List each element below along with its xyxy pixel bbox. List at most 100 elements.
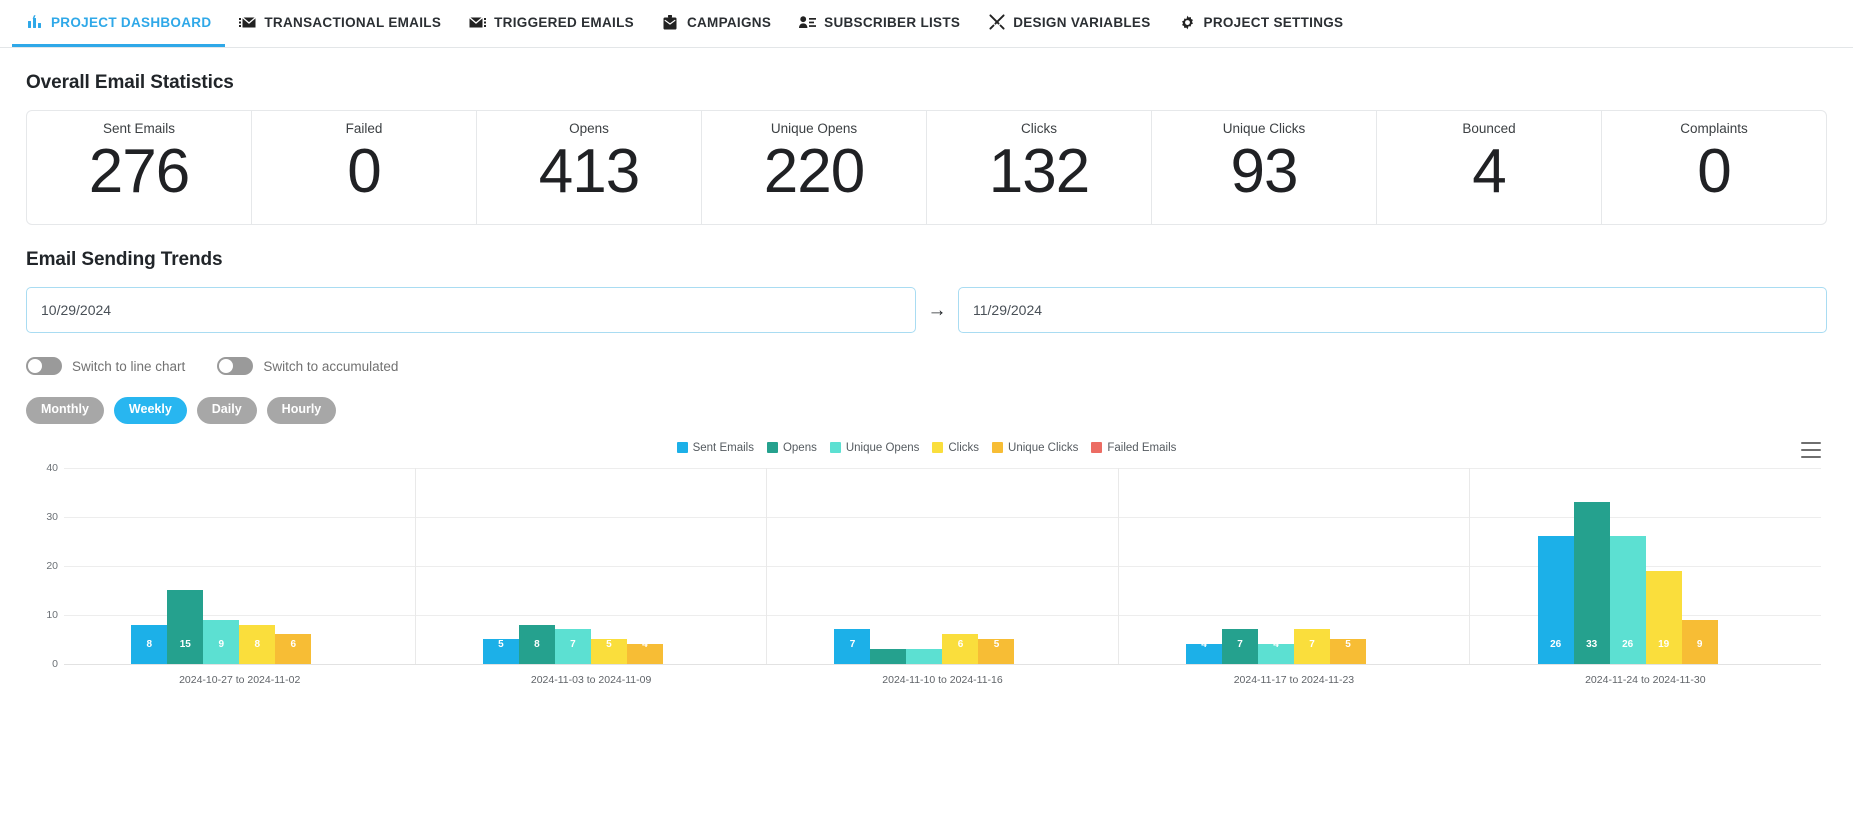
bar-value-label: 5 [993,638,1000,650]
chart-bar[interactable]: 4 [626,639,663,664]
chart-bar[interactable]: 5 [978,638,1015,664]
line-chart-toggle[interactable] [26,357,62,375]
bar-group: 7 3 3 6 5 [767,467,1119,664]
chart-bar[interactable]: 19 [1645,570,1682,664]
bar-value-label: 26 [1550,638,1562,650]
nav-item-design-variables[interactable]: DESIGN VARIABLES [974,0,1164,47]
stat-card-label: Sent Emails [102,121,176,136]
chart-bar[interactable]: 6 [942,634,979,664]
chart-plot-area: 0 10 20 30 40 8 15 9 8 6 5 8 7 5 4 7 3 3 6 5 4 7 4 7 5 26 33 26 19 9… [26,462,1827,690]
legend-item[interactable]: Unique Opens [829,441,920,454]
nav-item-label: CAMPAIGNS [686,14,772,30]
stat-card: Clicks 132 [927,111,1152,224]
design-variables-icon [988,14,1005,31]
legend-label: Failed Emails [1107,441,1177,454]
chart-toggles: Switch to line chart Switch to accumulate… [26,357,1827,375]
nav-item-transactional-emails[interactable]: TRANSACTIONAL EMAILS [225,0,455,47]
chart-bar[interactable]: 9 [1681,619,1718,664]
period-button-weekly[interactable]: Weekly [113,397,187,424]
gear-icon [1179,14,1196,31]
legend-item[interactable]: Clicks [932,442,979,454]
stat-card: Sent Emails 276 [27,111,252,224]
x-axis-tick-label: 2024-11-03 to 2024-11-09 [530,673,652,686]
chart-bar[interactable]: 4 [1186,639,1223,664]
bar-value-label: 19 [1658,638,1670,650]
stat-card: Failed 0 [252,111,477,224]
dashboard-icon [26,14,43,31]
stat-card: Unique Clicks 93 [1152,111,1377,224]
bar-value-label: 8 [254,638,261,650]
x-axis-tick-label: 2024-11-10 to 2024-11-16 [882,673,1003,686]
chart-bar[interactable]: 5 [590,639,627,664]
toggle-group: Switch to accumulated [217,357,398,375]
chart-bar[interactable]: 8 [239,624,276,664]
legend-label: Clicks [948,441,980,454]
chart-bar[interactable]: 5 [1330,638,1367,664]
stat-card: Opens 413 [477,111,702,224]
legend-label: Opens [782,441,817,454]
y-axis-tick-label: 40 [46,461,58,474]
bar-value-label: 4 [642,638,648,650]
legend-swatch-icon [766,442,778,454]
chart-bar[interactable]: 4 [1258,639,1295,664]
accumulated-toggle[interactable] [217,357,254,375]
chart-bar[interactable]: 8 [518,624,555,664]
chart-bar[interactable]: 33 [1573,502,1610,664]
period-selector: Monthly Weekly Daily Hourly [26,397,1827,424]
chart-bar[interactable]: 9 [203,619,240,664]
legend-item[interactable]: Sent Emails [676,441,754,454]
stat-card-value: 93 [1230,136,1299,206]
period-button-daily[interactable]: Daily [196,397,257,424]
stat-card-value: 132 [988,136,1090,206]
toggle-label: Switch to line chart [72,358,186,374]
end-date-input[interactable] [958,287,1827,333]
bar-value-label: 4 [1201,638,1207,650]
legend-item[interactable]: Unique Clicks [992,442,1078,454]
chart-bar[interactable]: 26 [1609,536,1646,664]
toggle-group: Switch to line chart [26,357,185,375]
x-axis-tick-label: 2024-11-17 to 2024-11-23 [1233,673,1355,686]
bar-value-label: 5 [1345,638,1351,650]
legend-item[interactable]: Opens [766,441,817,454]
bar-value-label: 9 [218,638,225,650]
x-axis-tick-label: 2024-10-27 to 2024-11-02 [179,673,301,686]
period-button-monthly[interactable]: Monthly [26,397,104,424]
bar-value-label: 6 [290,638,297,650]
legend-label: Sent Emails [692,441,754,454]
chart-bar[interactable]: 5 [482,639,519,664]
nav-item-project-settings[interactable]: PROJECT SETTINGS [1165,0,1358,47]
nav-item-campaigns[interactable]: CAMPAIGNS [648,0,785,47]
stat-card: Complaints 0 [1602,111,1826,224]
nav-item-label: TRIGGERED EMAILS [494,14,634,30]
nav-item-subscriber-lists[interactable]: SUBSCRIBER LISTS [785,0,974,47]
legend-item[interactable]: Failed Emails [1091,442,1176,454]
stat-card-value: 0 [1697,136,1731,206]
legend-label: Unique Opens [845,441,920,454]
chart-bar[interactable]: 15 [167,590,204,664]
chart-bar[interactable]: 3 [906,639,943,664]
chart-bar[interactable]: 3 [870,639,907,664]
chart-bar-groups: 8 15 9 8 6 5 8 7 5 4 7 3 3 6 5 4 7 4 7 5 26 33 26 19 9 [64,467,1821,664]
chart-bar[interactable]: 7 [1222,629,1259,664]
dashboard-page: Overall Email Statistics Sent Emails 276 F… [0,72,1853,738]
chart-bar[interactable]: 8 [131,624,168,664]
triggered-email-icon [469,14,487,31]
y-axis-tick-label: 30 [46,510,58,523]
nav-item-label: TRANSACTIONAL EMAILS [264,14,442,30]
chart-bar[interactable]: 7 [834,629,871,664]
chart-context-menu-icon[interactable] [1801,441,1821,458]
bar-value-label: 6 [957,638,964,650]
bar-value-label: 26 [1622,638,1634,650]
nav-item-triggered-emails[interactable]: TRIGGERED EMAILS [455,0,648,47]
chart-bar[interactable]: 7 [554,629,591,664]
start-date-input[interactable] [26,287,916,333]
campaign-icon [662,14,679,31]
stat-card-value: 413 [538,136,640,206]
toggle-label: Switch to accumulated [263,358,399,374]
nav-item-project-dashboard[interactable]: PROJECT DASHBOARD [12,0,226,47]
period-button-hourly[interactable]: Hourly [266,397,337,424]
nav-item-label: PROJECT DASHBOARD [51,14,212,30]
chart-bar[interactable]: 7 [1294,629,1331,664]
chart-bar[interactable]: 26 [1537,536,1574,664]
chart-bar[interactable]: 6 [275,634,312,664]
